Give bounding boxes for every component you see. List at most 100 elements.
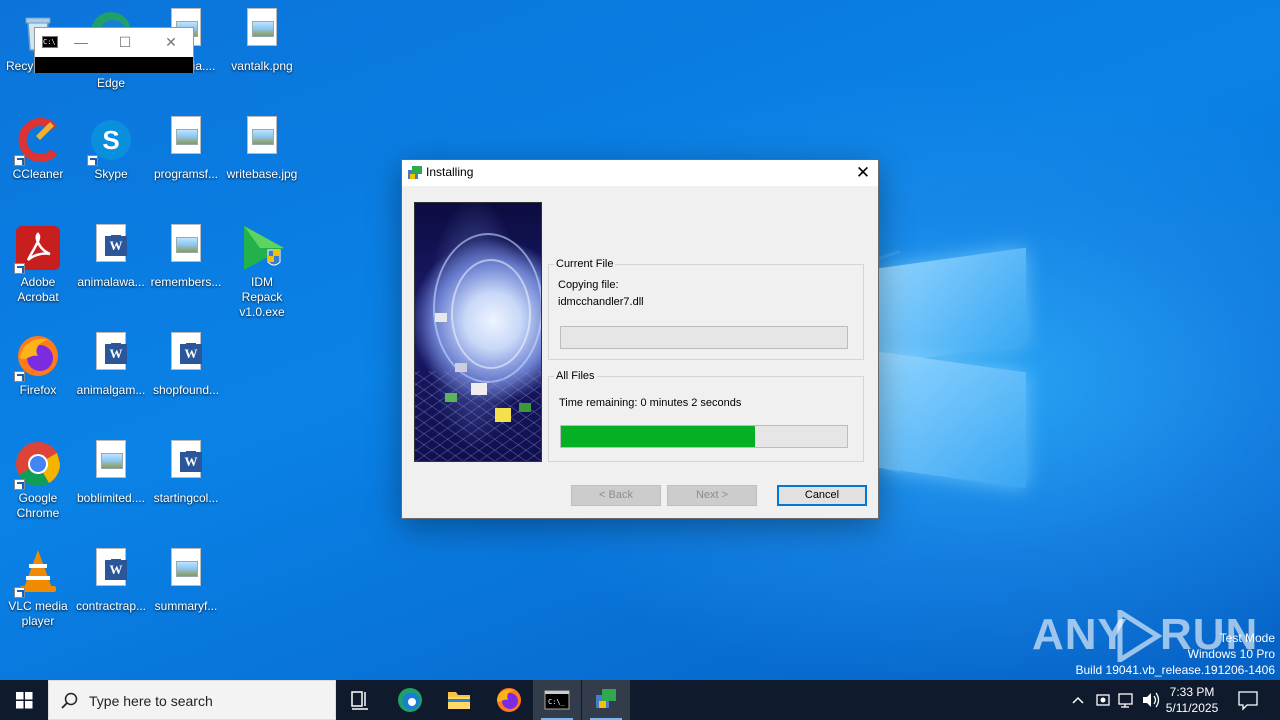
installer-icon bbox=[596, 689, 616, 708]
tray-app-icon bbox=[1096, 694, 1110, 706]
desktop-icon-image-file[interactable]: writebase.jpg bbox=[224, 116, 300, 182]
desktop-icon-label: boblimited.... bbox=[76, 491, 146, 505]
shortcut-arrow-icon bbox=[87, 155, 98, 166]
taskbar: Type here to search C:\_ 7:33 PM 5/11/20… bbox=[0, 680, 1280, 720]
desktop-icon-label: Skype bbox=[94, 167, 128, 181]
desktop-icon-image-file[interactable]: summaryf... bbox=[148, 548, 224, 614]
current-file-progress-bar bbox=[560, 326, 848, 349]
banner-file bbox=[519, 403, 531, 412]
taskbar-file-explorer[interactable] bbox=[435, 680, 483, 720]
word-doc-icon: W bbox=[162, 440, 210, 488]
volume-button[interactable] bbox=[1140, 680, 1162, 720]
banner-arc bbox=[451, 259, 531, 369]
desktop-icon-image-file[interactable]: remembers... bbox=[148, 224, 224, 290]
taskbar-search-box[interactable]: Type here to search bbox=[48, 680, 336, 720]
desktop-icon-word-doc[interactable]: W contractrap... bbox=[73, 548, 149, 614]
clock-date: 5/11/2025 bbox=[1165, 701, 1219, 715]
cmd-console[interactable] bbox=[35, 57, 193, 73]
svg-text:C:\_: C:\_ bbox=[548, 698, 566, 706]
search-placeholder: Type here to search bbox=[89, 693, 213, 709]
desktop-icon-acrobat[interactable]: Adobe Acrobat bbox=[0, 224, 76, 305]
taskbar-clock[interactable]: 7:33 PM 5/11/2025 bbox=[1160, 684, 1224, 716]
desktop-icon-skype[interactable]: S Skype bbox=[73, 116, 149, 182]
start-button[interactable] bbox=[0, 680, 48, 720]
desktop-icon-word-doc[interactable]: W animalgam... bbox=[73, 332, 149, 398]
tray-app-button[interactable] bbox=[1092, 680, 1114, 720]
desktop-icon-label: Edge bbox=[96, 76, 126, 90]
shortcut-arrow-icon bbox=[14, 587, 25, 598]
desktop-icon-label: summaryf... bbox=[154, 599, 218, 613]
cancel-button[interactable]: Cancel bbox=[777, 485, 867, 506]
maximize-button[interactable]: ☐ bbox=[115, 34, 135, 50]
desktop-icon-word-doc[interactable]: W shopfound... bbox=[148, 332, 224, 398]
all-files-group bbox=[548, 376, 864, 462]
desktop-icon-chrome[interactable]: Google Chrome bbox=[0, 440, 76, 521]
vlc-icon bbox=[14, 548, 62, 598]
all-files-progress-bar bbox=[560, 425, 848, 448]
shortcut-arrow-icon bbox=[14, 371, 25, 382]
desktop-icon-label: Google Chrome bbox=[16, 491, 60, 520]
task-view-button[interactable] bbox=[336, 680, 384, 720]
cmd-titlebar[interactable]: C:\ — ☐ ✕ bbox=[35, 28, 193, 56]
desktop-icon-image-file[interactable]: programsf... bbox=[148, 116, 224, 182]
image-file-icon bbox=[162, 116, 210, 164]
cmd-window[interactable]: C:\ — ☐ ✕ bbox=[34, 27, 194, 73]
installer-dialog[interactable]: Installing ✕ Current File Copying file: … bbox=[401, 159, 879, 519]
test-mode-info: Test Mode Windows 10 Pro Build 19041.vb_… bbox=[1076, 630, 1276, 678]
desktop-icon-label: IDM Repack v1.0.exe bbox=[239, 275, 285, 319]
firefox-icon bbox=[14, 332, 62, 382]
folder-icon bbox=[448, 692, 470, 709]
task-view-icon bbox=[351, 691, 368, 710]
installer-banner-image bbox=[414, 202, 542, 462]
banner-file bbox=[445, 393, 457, 402]
taskbar-installer[interactable] bbox=[582, 680, 630, 720]
desktop-icon-idm-repack[interactable]: IDM Repack v1.0.exe bbox=[224, 224, 300, 320]
installer-icon bbox=[407, 165, 423, 181]
cmd-icon: C:\ bbox=[42, 36, 58, 48]
clock-time: 7:33 PM bbox=[1169, 685, 1215, 699]
desktop-icon-label: Firefox bbox=[19, 383, 57, 397]
dialog-titlebar[interactable]: Installing ✕ bbox=[402, 160, 878, 186]
current-file-name: idmcchandler7.dll bbox=[558, 296, 644, 308]
desktop-icon-word-doc[interactable]: W animalawa... bbox=[73, 224, 149, 290]
word-doc-icon: W bbox=[162, 332, 210, 380]
taskbar-edge[interactable] bbox=[386, 680, 434, 720]
close-button[interactable]: ✕ bbox=[161, 34, 181, 50]
desktop-icon-label: Adobe Acrobat bbox=[17, 275, 59, 304]
firefox-icon bbox=[497, 688, 521, 712]
shortcut-arrow-icon bbox=[14, 155, 25, 166]
banner-file bbox=[495, 408, 511, 422]
next-button[interactable]: Next > bbox=[667, 485, 757, 506]
desktop-icon-label: remembers... bbox=[150, 275, 222, 289]
minimize-button[interactable]: — bbox=[71, 34, 91, 50]
copying-file-label: Copying file: bbox=[558, 279, 619, 291]
desktop-icon-firefox[interactable]: Firefox bbox=[0, 332, 76, 398]
desktop-icon-label: startingcol... bbox=[153, 491, 219, 505]
desktop-icon-label: animalawa... bbox=[77, 275, 145, 289]
taskbar-firefox[interactable] bbox=[485, 680, 533, 720]
back-button[interactable]: < Back bbox=[571, 485, 661, 506]
word-doc-icon: W bbox=[87, 548, 135, 596]
desktop-background: Recycle Bin Edge mia.... vantalk.png CCl… bbox=[0, 0, 1280, 680]
desktop-icon-label: CCleaner bbox=[12, 167, 64, 181]
banner-file bbox=[435, 313, 447, 322]
idm-installer-icon bbox=[238, 224, 286, 272]
desktop-icon-image-file[interactable]: vantalk.png bbox=[224, 8, 300, 74]
word-doc-icon: W bbox=[87, 224, 135, 272]
desktop-icon-label: writebase.jpg bbox=[226, 167, 298, 181]
desktop-icon-label: animalgam... bbox=[76, 383, 146, 397]
desktop-icon-vlc[interactable]: VLC media player bbox=[0, 548, 76, 629]
desktop-icon-label: contractrap... bbox=[75, 599, 147, 613]
show-hidden-icons-button[interactable] bbox=[1066, 680, 1090, 720]
desktop-icon-label: Recycle Bin bbox=[6, 59, 36, 73]
dialog-close-button[interactable]: ✕ bbox=[848, 160, 878, 186]
desktop-icon-ccleaner[interactable]: CCleaner bbox=[0, 116, 76, 182]
windows-logo-icon bbox=[16, 692, 33, 709]
network-button[interactable] bbox=[1116, 680, 1138, 720]
action-center-button[interactable] bbox=[1232, 680, 1264, 720]
desktop-icon-image-file[interactable]: boblimited.... bbox=[73, 440, 149, 506]
taskbar-cmd[interactable]: C:\_ bbox=[533, 680, 581, 720]
image-file-icon bbox=[162, 224, 210, 272]
desktop-icon-word-doc[interactable]: W startingcol... bbox=[148, 440, 224, 506]
network-icon bbox=[1118, 693, 1133, 708]
